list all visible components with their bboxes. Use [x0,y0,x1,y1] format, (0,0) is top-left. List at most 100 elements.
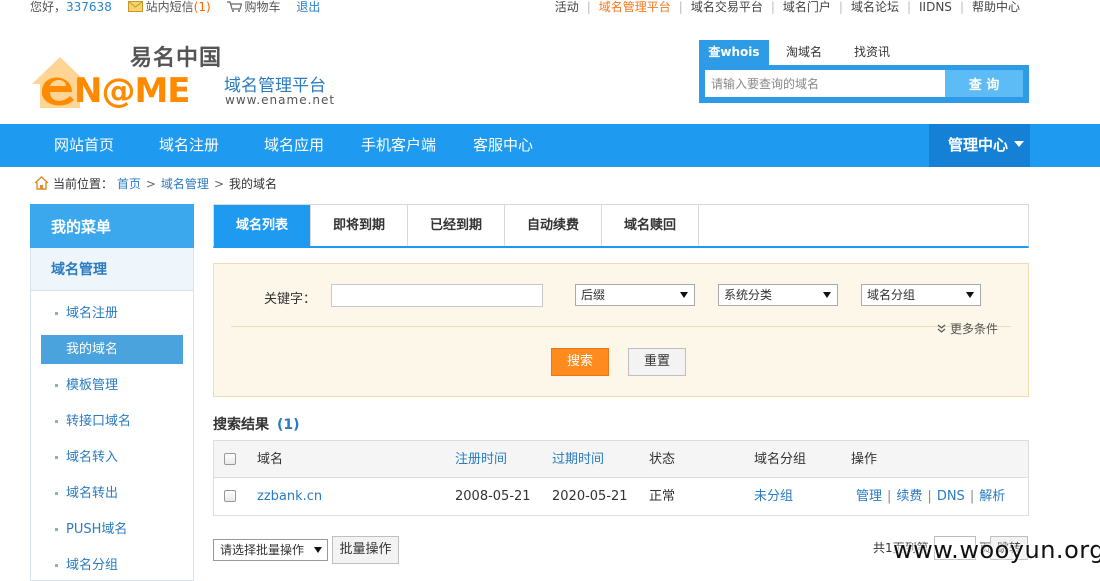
mail-icon [127,1,143,12]
results-title: 搜索结果 (1) [213,414,300,434]
table-header: 域名 注册时间 过期时间 状态 域名分组 操作 [214,441,1028,478]
tab-expired[interactable]: 已经到期 [408,205,505,246]
more-conditions-label: 更多条件 [950,322,999,336]
messages-link[interactable]: 站内短信(1) [146,0,211,14]
greeting-text: 您好， [30,0,67,14]
results-title-text: 搜索结果 [213,417,269,433]
tab-expiring-soon[interactable]: 即将到期 [311,205,408,246]
batch-operation-select[interactable]: 请选择批量操作 [213,539,328,561]
top-link-activity[interactable]: 活动 [555,0,579,14]
column-header-status: 状态 [649,452,676,467]
sidebar-item-push-domains[interactable]: PUSH域名 [41,515,183,544]
main-nav: 网站首页 域名注册 域名应用 手机客户端 客服中心 管理中心 [0,124,1100,167]
column-header-group: 域名分组 [754,452,807,467]
whois-search-box: 查whois 淘域名 找资讯 查 询 [699,40,1029,103]
group-select[interactable]: 域名分组 [861,284,981,306]
top-link-help[interactable]: 帮助中心 [972,0,1020,14]
search-button[interactable]: 搜索 [551,348,609,376]
nav-manage-center[interactable]: 管理中心 [929,124,1030,167]
sidebar-item-domain-register[interactable]: 域名注册 [41,299,183,328]
nav-domain-apps[interactable]: 域名应用 [264,124,324,167]
search-tab-news[interactable]: 找资讯 [841,40,903,65]
whois-search-button[interactable]: 查 询 [945,70,1023,97]
op-renew-link[interactable]: 续费 [896,489,922,504]
search-tab-whois[interactable]: 查whois [699,40,769,65]
sidebar-item-my-domains[interactable]: 我的域名 [41,335,183,364]
nav-manage-label: 管理中心 [948,136,1009,154]
select-all-checkbox[interactable] [224,453,236,465]
user-id[interactable]: 337638 [66,0,112,14]
sidebar-item-transfer-in[interactable]: 域名转入 [41,443,183,472]
ename-logo[interactable]: 易名中国 N@ME [30,38,221,111]
suffix-select-value: 后缀 [581,288,606,302]
op-dns-link[interactable]: DNS [937,489,965,504]
more-conditions-link[interactable]: 更多条件 [937,320,998,337]
nav-home[interactable]: 网站首页 [54,124,114,167]
group-cell-link[interactable]: 未分组 [754,489,793,505]
sidebar-item-domain-groups[interactable]: 域名分组 [41,551,183,580]
dropdown-arrow-icon [314,547,322,553]
suffix-select[interactable]: 后缀 [575,284,695,306]
filter-divider [231,326,1011,327]
op-resolve-link[interactable]: 解析 [979,489,1005,504]
sidebar-menu: 我的菜单 域名管理 域名注册 我的域名 模板管理 转接口域名 域名转入 域名转出… [30,204,194,581]
platform-url: www.ename.net [225,93,336,107]
search-tab-buy-domain[interactable]: 淘域名 [773,40,835,65]
sidebar-group-domain-manage[interactable]: 域名管理 [31,248,193,291]
messages-count: (1) [193,0,211,14]
batch-select-value: 请选择批量操作 [220,543,305,557]
sidebar-item-transfer-out[interactable]: 域名转出 [41,479,183,508]
caret-down-icon [1014,141,1025,147]
breadcrumb-current: 我的域名 [229,177,278,191]
user-info: 您好，337638 站内短信(1) 购物车 退出 [30,0,320,14]
dropdown-arrow-icon [966,292,974,298]
sidebar-item-interface-domains[interactable]: 转接口域名 [41,407,183,436]
logout-link[interactable]: 退出 [296,0,320,14]
batch-operation-button[interactable]: 批量操作 [332,536,399,564]
cart-icon [226,1,242,12]
top-link-domain-manage[interactable]: 域名管理平台 [599,0,671,14]
top-link-trade[interactable]: 域名交易平台 [691,0,763,14]
tab-domain-list[interactable]: 域名列表 [214,205,311,246]
dropdown-arrow-icon [680,292,688,298]
watermark-text: www.wooyun.org [893,536,1100,564]
search-tabs: 查whois 淘域名 找资讯 [699,40,1029,65]
nav-service-center[interactable]: 客服中心 [473,124,533,167]
double-chevron-down-icon [937,324,946,333]
nav-mobile-client[interactable]: 手机客户端 [361,124,436,167]
category-select[interactable]: 系统分类 [718,284,838,306]
keyword-input[interactable] [331,284,543,307]
group-select-value: 域名分组 [867,288,916,302]
reg-date-cell: 2008-05-21 [455,489,531,504]
sidebar-item-templates[interactable]: 模板管理 [41,371,183,400]
breadcrumb-section[interactable]: 域名管理 [161,177,209,191]
top-link-portal[interactable]: 域名门户 [783,0,831,14]
column-header-domain: 域名 [257,452,284,467]
tab-redemption[interactable]: 域名赎回 [602,205,699,246]
column-header-exp-date[interactable]: 过期时间 [552,452,604,468]
keyword-label: 关键字： [264,292,317,307]
dropdown-arrow-icon [823,292,831,298]
nav-domain-register[interactable]: 域名注册 [159,124,219,167]
top-link-forum[interactable]: 域名论坛 [851,0,899,14]
top-bar: 您好，337638 站内短信(1) 购物车 退出 活动 | 域名管理平台 | 域名交易平… [0,0,1100,14]
row-checkbox[interactable] [224,490,236,502]
home-icon [34,176,49,190]
op-manage-link[interactable]: 管理 [856,489,882,504]
cart-link[interactable]: 购物车 [245,0,281,14]
domain-search-input[interactable] [705,70,945,97]
tab-auto-renew[interactable]: 自动续费 [505,205,602,246]
column-header-reg-date[interactable]: 注册时间 [455,452,507,468]
reset-button[interactable]: 重置 [628,348,686,376]
messages-label: 站内短信 [145,0,194,14]
filter-panel: 关键字： 后缀 系统分类 域名分组 更多条件 搜索 重置 [213,263,1029,397]
column-header-operations: 操作 [851,452,878,467]
operations-cell: 管理 | 续费 | DNS | 解析 [856,489,1006,504]
exp-date-cell: 2020-05-21 [552,489,628,504]
domain-name-link[interactable]: zzbank.cn [257,489,322,505]
breadcrumb: 当前位置： 首页 > 域名管理 > 我的域名 [34,176,277,192]
logo-cn-text: 易名中国 [130,46,223,71]
breadcrumb-home[interactable]: 首页 [117,177,141,191]
logo-en-text: N@ME [74,71,191,111]
top-link-iidns[interactable]: IIDNS [919,0,952,14]
